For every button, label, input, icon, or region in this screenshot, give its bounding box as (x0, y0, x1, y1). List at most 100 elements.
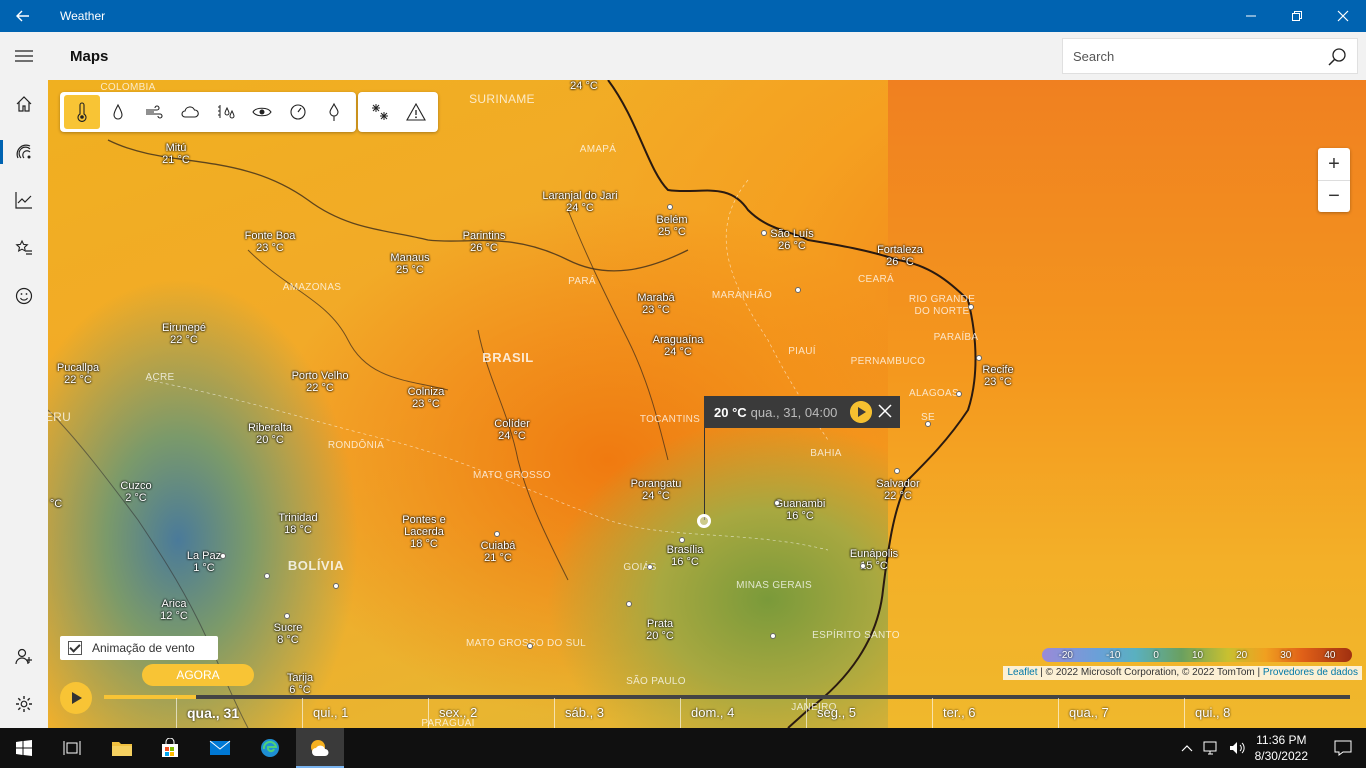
popup-close-icon[interactable] (876, 402, 894, 420)
city-label[interactable]: Porto Velho 22 °C (292, 370, 349, 394)
day-tab[interactable]: seg., 5 (806, 698, 932, 728)
layer-visibility-button[interactable] (244, 95, 280, 129)
task-view-button[interactable] (48, 728, 96, 768)
wind-animation-checkbox[interactable] (68, 641, 82, 655)
search-box[interactable]: Search (1062, 38, 1358, 74)
city-marker[interactable] (968, 304, 974, 310)
city-label[interactable]: Prata 20 °C (646, 618, 674, 642)
layer-wind-button[interactable] (136, 95, 172, 129)
city-label[interactable]: °C (50, 498, 62, 510)
city-marker[interactable] (770, 633, 776, 639)
nav-life[interactable] (0, 272, 48, 320)
layer-dew-point-button[interactable] (316, 95, 352, 129)
file-explorer-button[interactable] (98, 728, 146, 768)
city-marker[interactable] (976, 355, 982, 361)
city-label[interactable]: Sucre 8 °C (274, 622, 303, 646)
nav-settings[interactable] (0, 680, 48, 728)
city-marker[interactable] (220, 553, 226, 559)
taskbar-clock[interactable]: 11:36 PM 8/30/2022 (1255, 732, 1308, 764)
restore-button[interactable] (1274, 0, 1320, 32)
city-label[interactable]: Eirunepé 22 °C (162, 322, 206, 346)
nav-maps[interactable] (0, 128, 48, 176)
city-label[interactable]: Colniza 23 °C (408, 386, 445, 410)
city-label[interactable]: Cuiabá 21 °C (481, 540, 516, 564)
layer-precipitation-button[interactable] (100, 95, 136, 129)
city-label[interactable]: Mitú 21 °C (162, 142, 190, 166)
city-label[interactable]: Recife 23 °C (982, 364, 1013, 388)
city-label[interactable]: Fonte Boa 23 °C (245, 230, 296, 254)
close-button[interactable] (1320, 0, 1366, 32)
city-label[interactable]: Arica 12 °C (160, 598, 188, 622)
city-marker[interactable] (925, 421, 931, 427)
nav-account[interactable] (0, 632, 48, 680)
city-label[interactable]: Porangatu 24 °C (631, 478, 682, 502)
city-marker[interactable] (284, 613, 290, 619)
city-marker[interactable] (527, 643, 533, 649)
location-pin[interactable] (697, 514, 711, 528)
layer-cloud-button[interactable] (172, 95, 208, 129)
layer-temperature-button[interactable] (64, 95, 100, 129)
zoom-out-button[interactable]: − (1318, 180, 1350, 212)
day-tab[interactable]: sáb., 3 (554, 698, 680, 728)
now-marker[interactable]: AGORA (142, 664, 254, 686)
city-marker[interactable] (667, 204, 673, 210)
city-label[interactable]: Guanambi 16 °C (775, 498, 826, 522)
search-input[interactable]: Search (1073, 49, 1114, 64)
day-tab[interactable]: dom., 4 (680, 698, 806, 728)
day-tab[interactable]: qui., 1 (302, 698, 428, 728)
wind-animation-toggle[interactable]: Animação de vento (60, 636, 218, 660)
zoom-in-button[interactable]: + (1318, 148, 1350, 180)
city-label[interactable]: Belém 25 °C (656, 214, 687, 238)
city-label[interactable]: Marabá 23 °C (637, 292, 674, 316)
minimize-button[interactable] (1228, 0, 1274, 32)
city-label[interactable]: Brasília 16 °C (667, 544, 704, 568)
search-icon[interactable] (1327, 47, 1347, 67)
city-marker[interactable] (860, 563, 866, 569)
city-label[interactable]: Laranjal do Jari 24 °C (542, 190, 617, 214)
city-label[interactable]: Araguaína 24 °C (653, 334, 704, 358)
city-marker[interactable] (647, 564, 653, 570)
city-label[interactable]: Trinidad 18 °C (278, 512, 317, 536)
city-label[interactable]: Cuzco 2 °C (120, 480, 151, 504)
day-tab[interactable]: qua., 7 (1058, 698, 1184, 728)
day-tab[interactable]: qua., 31 (176, 698, 302, 728)
city-label[interactable]: Parintins 26 °C (463, 230, 506, 254)
nav-forecast[interactable] (0, 80, 48, 128)
start-button[interactable] (0, 728, 48, 768)
layer-humidity-button[interactable] (208, 95, 244, 129)
nav-favorites[interactable] (0, 224, 48, 272)
city-marker[interactable] (264, 573, 270, 579)
city-label[interactable]: Salvador 22 °C (876, 478, 919, 502)
city-label[interactable]: Manaus 25 °C (390, 252, 429, 276)
hamburger-menu-button[interactable] (0, 32, 48, 80)
layer-pressure-button[interactable] (280, 95, 316, 129)
weather-app-button[interactable] (296, 728, 344, 768)
volume-icon[interactable] (1229, 741, 1247, 755)
weather-map[interactable]: BRASIL BOLÍVIA COLOMBIA SURINAME ERU AMA… (48, 80, 1366, 728)
city-label[interactable]: Eunápolis 15 °C (850, 548, 898, 572)
city-marker[interactable] (956, 391, 962, 397)
city-marker[interactable] (894, 468, 900, 474)
city-label[interactable]: Pontes e Lacerda 18 °C (394, 514, 454, 550)
chevron-up-icon[interactable] (1181, 744, 1193, 752)
city-label[interactable]: Pucallpa 22 °C (57, 362, 99, 386)
city-label[interactable]: Fortaleza 26 °C (877, 244, 923, 268)
day-tab[interactable]: sex., 2 (428, 698, 554, 728)
day-tab[interactable]: ter., 6 (932, 698, 1058, 728)
mail-button[interactable] (196, 728, 244, 768)
action-center-button[interactable] (1320, 728, 1366, 768)
city-marker[interactable] (795, 287, 801, 293)
back-button[interactable] (0, 0, 46, 32)
city-marker[interactable] (494, 531, 500, 537)
city-label[interactable]: Colíder 24 °C (494, 418, 529, 442)
city-marker[interactable] (626, 601, 632, 607)
city-label[interactable]: Riberalta 20 °C (248, 422, 292, 446)
city-label[interactable]: 24 °C (570, 80, 598, 92)
city-marker[interactable] (761, 230, 767, 236)
popup-play-icon[interactable] (850, 401, 872, 423)
nav-historical[interactable] (0, 176, 48, 224)
day-tab[interactable]: qui., 8 (1184, 698, 1310, 728)
play-button[interactable] (60, 682, 92, 714)
layer-snow-button[interactable] (362, 95, 398, 129)
layer-warning-button[interactable] (398, 95, 434, 129)
